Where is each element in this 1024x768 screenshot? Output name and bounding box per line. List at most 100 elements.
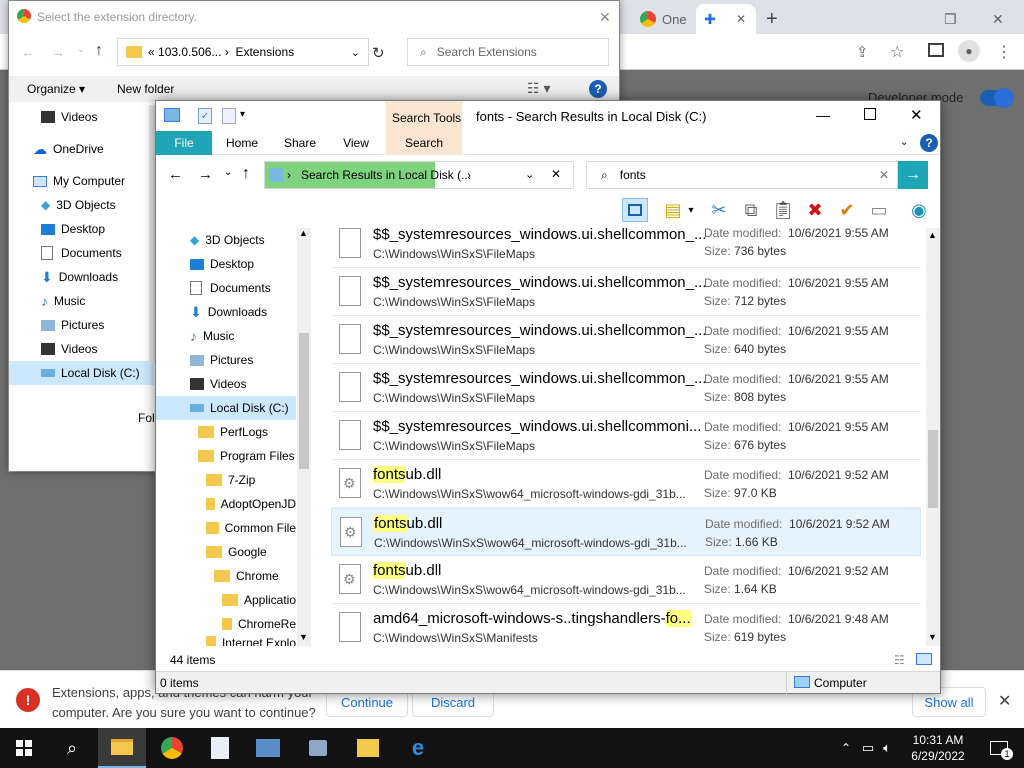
notification-center-icon[interactable]: 1 [982,728,1016,768]
stop-search-icon[interactable]: ✕ [551,167,561,181]
dialog-nav-documents[interactable]: Documents [9,241,154,265]
globe-icon[interactable]: ◉ [906,198,932,222]
details-view-icon[interactable]: ☷ [894,653,905,667]
result-row[interactable]: amd64_microsoft-windows-s..tingshandlers… [331,604,921,646]
search-icon[interactable]: ⌕ [48,728,96,768]
maximize-icon[interactable] [864,108,876,120]
chevron-down-icon[interactable]: ⌄ [525,168,534,181]
nav-common-files[interactable]: Common File [156,516,296,540]
bookmark-star-icon[interactable]: ☆ [890,42,904,62]
nav-pictures[interactable]: Pictures [156,348,296,372]
ribbon-tab-file[interactable]: File [156,131,212,155]
forward-arrow-icon[interactable]: → [198,166,213,183]
lock-taskbar-icon[interactable] [294,728,342,768]
result-row[interactable]: fontsub.dll C:\Windows\WinSxS\wow64_micr… [331,556,921,604]
result-row[interactable]: $$_systemresources_windows.ui.shellcommo… [331,228,921,268]
side-panel-icon[interactable] [928,43,944,57]
cut-icon[interactable]: ✂ [706,198,732,222]
dialog-nav-onedrive[interactable]: ☁ OneDrive [9,137,154,161]
up-arrow-icon[interactable]: ↑ [242,165,250,183]
close-icon[interactable]: ✕ [736,12,746,26]
show-hidden-icons-icon[interactable]: ⌃ [836,728,856,768]
nav-documents[interactable]: Documents [156,276,296,300]
scroll-down-icon[interactable]: ▼ [928,632,937,642]
help-icon[interactable]: ? [589,80,607,98]
nav-downloads[interactable]: ⬇ Downloads [156,300,296,324]
minimize-icon[interactable]: — [816,107,830,123]
notepad-taskbar-icon[interactable] [196,728,244,768]
nav-chromerecovery[interactable]: ChromeRe [156,612,296,636]
restore-icon[interactable]: ❐ [944,4,968,34]
dialog-nav-music[interactable]: ♪ Music [9,289,154,313]
paste-icon[interactable]: 📋︎ [770,198,796,222]
nav-local-disk[interactable]: Local Disk (C:) [156,396,296,420]
new-item-icon[interactable]: ▤ [660,198,686,222]
internet-explorer-icon[interactable]: e [394,728,442,768]
chevron-down-icon[interactable]: ⌄ [351,46,360,59]
result-row[interactable]: fontsub.dll C:\Windows\WinSxS\wow64_micr… [331,460,921,508]
ribbon-tab-share[interactable]: Share [274,131,326,155]
rename-icon[interactable]: ▭ [866,198,892,222]
up-arrow-icon[interactable]: ↑ [95,42,103,60]
network-tray-icon[interactable]: ▭ [858,728,878,768]
ribbon-expand-icon[interactable]: ⌄ [900,137,908,148]
ribbon-tab-view[interactable]: View [332,131,380,155]
nav-application[interactable]: Applicatio [156,588,296,612]
results-scroll-thumb[interactable] [928,430,938,508]
system-clock[interactable]: 10:31 AM 6/29/2022 [890,732,986,764]
dialog-close-icon[interactable]: ✕ [599,9,611,26]
nav-scrollbar[interactable]: ▲ ▼ [297,228,311,646]
nav-adoptopenjdk[interactable]: AdoptOpenJD [156,492,296,516]
address-chevron-end[interactable]: › [467,168,471,182]
dialog-search-input[interactable]: ⌕ Search Extensions [407,38,609,66]
new-folder-button[interactable]: New folder [117,82,174,96]
ribbon-tab-search[interactable]: Search [386,131,462,155]
recent-chevron-icon[interactable]: ⌄ [224,167,232,178]
result-row[interactable]: $$_systemresources_windows.ui.shellcommo… [331,268,921,316]
address-part[interactable]: 103.0.506... [158,45,221,59]
nav-google[interactable]: Google [156,540,296,564]
large-icons-view-icon[interactable] [916,653,932,665]
search-go-button[interactable]: → [898,161,928,189]
nav-scroll-thumb[interactable] [299,333,309,469]
properties-icon[interactable]: ✓ [198,108,212,124]
chrome-tab-extensions[interactable]: ✚ ✕ [696,4,756,34]
nav-desktop[interactable]: Desktop [156,252,296,276]
dialog-nav-videos-2[interactable]: Videos [9,337,154,361]
preview-pane-icon[interactable] [622,198,648,222]
recent-chevron-icon[interactable]: ⌄ [77,44,85,55]
nav-internet-explorer[interactable]: Internet Explo [156,636,296,646]
delete-icon[interactable]: ✖ [802,198,828,222]
file-explorer-taskbar-icon[interactable] [98,728,146,768]
checkmark-icon[interactable]: ✔ [834,198,860,222]
explorer-address-bar[interactable]: › Search Results in Local Disk (... › ⌄ … [264,161,574,189]
developer-mode-toggle[interactable] [980,88,1014,108]
dialog-nav-3d-objects[interactable]: ◆ 3D Objects [9,193,154,217]
result-row[interactable]: $$_systemresources_windows.ui.shellcommo… [331,364,921,412]
close-icon[interactable]: ✕ [910,106,923,124]
start-button[interactable] [0,728,48,768]
new-tab-button[interactable]: + [766,4,790,34]
address-part[interactable]: Extensions [235,45,294,59]
nav-program-files[interactable]: Program Files [156,444,296,468]
nav-music[interactable]: ♪ Music [156,324,296,348]
customize-quick-access-icon[interactable]: ▾ [240,109,245,120]
scroll-down-icon[interactable]: ▼ [299,632,308,642]
nav-chrome[interactable]: Chrome [156,564,296,588]
view-options-icon[interactable]: ☷ ▾ [527,80,550,97]
chrome-taskbar-icon[interactable] [148,728,196,768]
scroll-up-icon[interactable]: ▲ [299,228,308,238]
new-item-dropdown-icon[interactable]: ▾ [684,198,698,222]
profile-avatar-icon[interactable]: ● [958,40,980,62]
close-bar-icon[interactable]: ✕ [998,691,1011,711]
close-window-icon[interactable]: ✕ [992,4,1016,34]
menu-kebab-icon[interactable]: ⋮ [996,42,1012,62]
new-folder-quick-icon[interactable] [222,108,236,124]
result-row[interactable]: $$_systemresources_windows.ui.shellcommo… [331,412,921,460]
result-row-selected[interactable]: fontsub.dll C:\Windows\WinSxS\wow64_micr… [331,508,921,556]
nav-videos[interactable]: Videos [156,372,296,396]
ribbon-tab-home[interactable]: Home [216,131,268,155]
chrome-tab-one[interactable]: One [634,4,694,34]
back-arrow-icon[interactable]: ← [168,166,183,183]
forward-arrow-icon[interactable]: → [51,44,65,60]
